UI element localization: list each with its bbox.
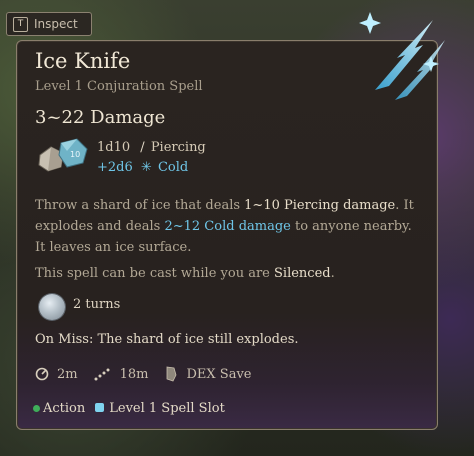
- range-stat: 18m: [94, 367, 148, 382]
- spell-slot-icon: [95, 403, 105, 412]
- radius-stat: 2m: [35, 367, 78, 382]
- spell-slot-cost: Level 1 Spell Slot: [95, 401, 225, 416]
- action-cost: Action: [33, 401, 85, 416]
- spell-description: Throw a shard of ice that deals 1~10 Pie…: [35, 198, 414, 255]
- ice-shard-effect-icon: [359, 12, 445, 100]
- shoe-icon: [167, 366, 177, 382]
- damage-summary: 3~22 Damage: [35, 107, 166, 128]
- action-icon: [33, 405, 40, 412]
- svg-text:10: 10: [70, 150, 80, 159]
- spell-level-school: Level 1 Conjuration Spell: [35, 79, 203, 94]
- spell-stats: 2m 18m DEX Save: [35, 366, 251, 382]
- damage-dice: +2d6: [97, 160, 133, 175]
- radius-icon: [35, 367, 49, 381]
- dice-icon: 10: [38, 138, 88, 172]
- duration-text: 2 turns: [73, 297, 121, 312]
- piercing-damage-highlight: 1~10 Piercing damage: [244, 198, 396, 213]
- on-miss-text: On Miss: The shard of ice still explodes…: [35, 332, 299, 347]
- range-icon: [94, 368, 110, 381]
- cold-damage-highlight: 2~12 Cold damage: [164, 219, 291, 234]
- resource-cost: Action Level 1 Spell Slot: [33, 401, 225, 416]
- cold-icon: ✳: [140, 160, 152, 175]
- keybind-t: T: [13, 16, 28, 32]
- inspect-label: Inspect: [34, 17, 78, 31]
- damage-row-cold: +2d6 ✳ Cold: [97, 160, 188, 175]
- piercing-icon: ∕: [140, 140, 145, 155]
- save-stat: DEX Save: [164, 366, 251, 382]
- duration-icon: [39, 294, 65, 320]
- inspect-hint[interactable]: T Inspect: [6, 12, 92, 36]
- spell-name: Ice Knife: [35, 49, 131, 73]
- damage-row-piercing: 1d10 ∕ Piercing: [97, 140, 206, 155]
- damage-type: Cold: [157, 160, 189, 175]
- damage-type: Piercing: [150, 140, 206, 155]
- silenced-highlight: Silenced: [274, 266, 331, 281]
- silence-note: This spell can be cast while you are Sil…: [35, 266, 335, 281]
- damage-dice: 1d10: [97, 140, 131, 155]
